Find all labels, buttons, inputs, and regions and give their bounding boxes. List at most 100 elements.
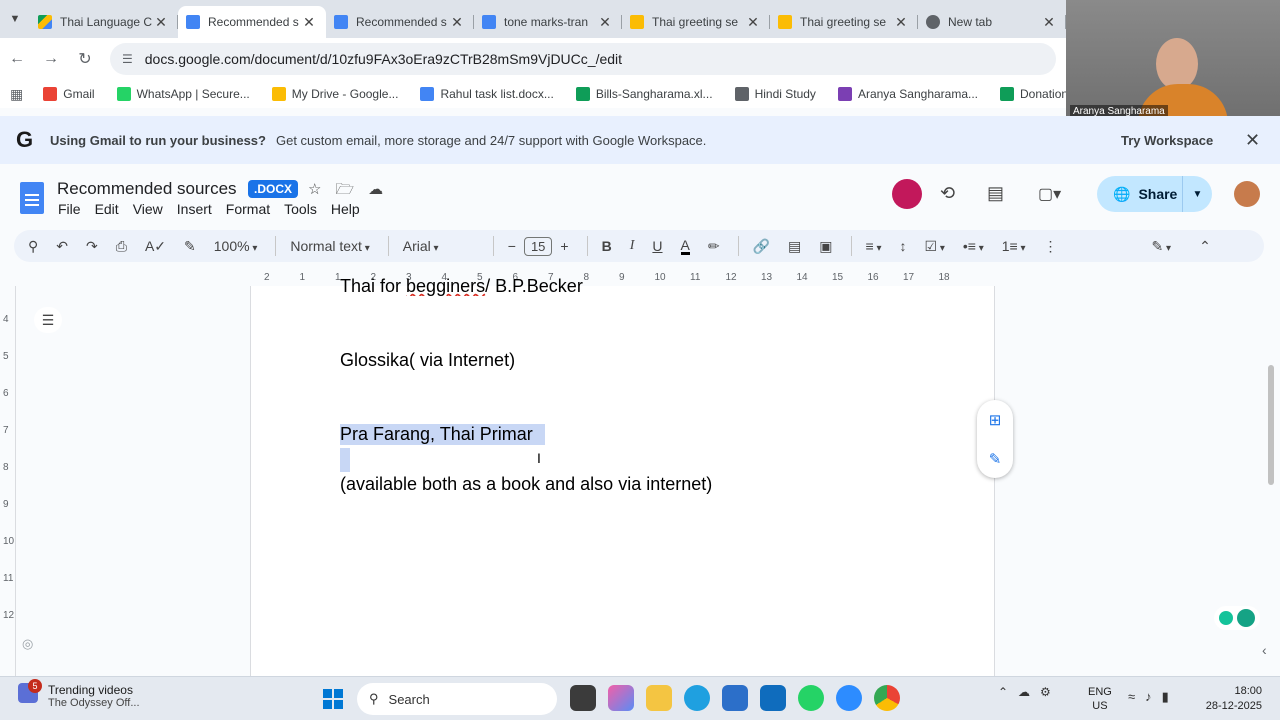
zoom-select[interactable]: 100% [214,238,258,254]
paint-format-icon[interactable]: ✎ [184,238,196,255]
browser-tab[interactable]: Recommended s ✕ [326,6,474,38]
vertical-scrollbar[interactable] [1268,365,1274,485]
user-avatar[interactable] [1234,181,1260,207]
paragraph-style-select[interactable]: Normal text [290,238,369,254]
paragraph-4[interactable]: (available both as a book and also via i… [340,474,712,495]
url-bar[interactable]: ☰ docs.google.com/document/d/10zfu9FAx3o… [110,43,1056,75]
try-workspace-button[interactable]: Try Workspace [1121,133,1213,148]
misspelled-word[interactable]: begginers [406,276,485,296]
menu-insert[interactable]: Insert [177,201,212,217]
bulleted-list-icon[interactable]: •≡ [963,238,984,254]
close-tab-icon[interactable]: ✕ [152,14,170,31]
paragraph-2[interactable]: Glossika( via Internet) [340,350,515,371]
print-icon[interactable]: ⎙ [116,238,127,255]
comments-icon[interactable]: ▤ [987,183,1004,204]
outlook-icon[interactable] [760,685,786,711]
selected-paragraph[interactable]: Pra Farang, Thai Primar [340,424,545,445]
close-tab-icon[interactable]: ✕ [744,14,762,31]
share-button[interactable]: 🌐 Share ▼ [1097,176,1212,212]
grammarly-logo-icon[interactable] [1237,609,1255,627]
grammarly-widget[interactable] [1214,606,1260,630]
taskbar-search[interactable]: ⚲ Search [357,683,557,715]
browser-tab[interactable]: Thai Language C ✕ [30,6,178,38]
system-icons[interactable]: ≈♪▮ [1128,689,1179,705]
clock[interactable]: 18:00 28-12-2025 [1198,684,1262,714]
file-explorer-icon[interactable] [646,685,672,711]
start-button-icon[interactable] [323,689,343,709]
align-icon[interactable]: ≡ [866,238,882,254]
close-tab-icon[interactable]: ✕ [892,14,910,31]
zoom-icon[interactable] [836,685,862,711]
menu-format[interactable]: Format [226,201,270,217]
tray-overflow-icon[interactable]: ⌃ ☁ ⚙ [998,685,1051,699]
side-panel-chevron-icon[interactable]: ‹ [1262,642,1267,658]
highlight-color-icon[interactable]: ✏ [708,238,720,255]
cloud-status-icon[interactable]: ☁ [368,181,397,198]
document-outline-icon[interactable]: ☰ [34,307,62,333]
close-tab-icon[interactable]: ✕ [448,14,466,31]
bookmark-item[interactable]: Gmail [43,87,95,101]
close-tab-icon[interactable]: ✕ [1040,14,1058,31]
edge-icon[interactable] [684,685,710,711]
bookmark-item[interactable]: Rahul task list.docx... [420,87,554,101]
insert-image-icon[interactable]: ▣ [819,238,832,255]
line-spacing-icon[interactable]: ↕ [900,238,907,254]
suggest-edits-icon[interactable]: ✎ [989,450,1002,468]
docs-logo-icon[interactable] [20,182,44,214]
font-size-input[interactable]: 15 [523,236,553,256]
bookmark-item[interactable]: Hindi Study [734,87,816,101]
star-icon[interactable]: ☆ [308,181,335,198]
menu-view[interactable]: View [133,201,163,217]
add-comment-float-icon[interactable]: ⊞ [989,411,1002,429]
docx-badge[interactable]: .DOCX [248,180,299,198]
spellcheck-icon[interactable]: A✓ [145,238,166,255]
browser-tab[interactable]: Thai greeting se ✕ [770,6,918,38]
bookmark-item[interactable]: WhatsApp | Secure... [116,87,250,101]
close-icon[interactable]: ✕ [1245,130,1260,151]
site-info-icon[interactable]: ☰ [122,52,133,66]
underline-icon[interactable]: U [652,238,662,254]
copilot-icon[interactable] [608,685,634,711]
text-color-icon[interactable]: A [680,238,690,255]
checklist-icon[interactable]: ☑ [925,238,945,255]
paragraph-1[interactable]: Thai for begginers/ B.P.Becker [340,276,583,296]
grammarly-plus-icon[interactable] [1219,611,1233,625]
vertical-ruler[interactable]: 4 5 6 7 8 9 10 11 12 [0,286,16,676]
close-tab-icon[interactable]: ✕ [596,14,614,31]
task-view-icon[interactable] [570,685,596,711]
meet-video-icon[interactable]: ▢▾ [1038,184,1061,204]
share-dropdown-icon[interactable]: ▼ [1182,176,1212,212]
close-tab-icon[interactable]: ✕ [300,14,318,31]
language-indicator[interactable]: ENG US [1088,685,1112,713]
widgets-button[interactable]: 5 Trending videos The Odyssey Off... [18,679,140,709]
browser-tab[interactable]: New tab ✕ [918,6,1066,38]
whatsapp-icon[interactable] [798,685,824,711]
collaborator-avatar[interactable] [892,179,922,209]
reload-icon[interactable]: ↻ [68,49,102,69]
document-title[interactable]: Recommended sources [57,179,237,199]
tab-search-chevron-icon[interactable]: ▼ [0,0,30,38]
more-options-icon[interactable]: ⋮ [1044,238,1058,255]
version-history-icon[interactable]: ⟲ [940,183,955,204]
move-folder-icon[interactable]: 🗁 [335,181,368,198]
apps-grid-icon[interactable]: ▦ [10,86,23,103]
undo-icon[interactable]: ↶ [56,238,68,255]
editing-mode-icon[interactable]: ✎ [1152,238,1172,255]
back-arrow-icon[interactable]: ← [0,50,34,68]
decrease-font-size-icon[interactable]: − [508,238,516,254]
search-menus-icon[interactable]: ⚲ [28,238,38,255]
collapse-menus-icon[interactable]: ⌃ [1199,238,1211,255]
forward-arrow-icon[interactable]: → [34,50,68,68]
menu-help[interactable]: Help [331,201,360,217]
bookmark-item[interactable]: Bills-Sangharama.xl... [575,87,713,101]
bookmark-item[interactable]: Aranya Sangharama... [837,87,978,101]
browser-tab[interactable]: tone marks-tran ✕ [474,6,622,38]
store-icon[interactable] [722,685,748,711]
add-comment-icon[interactable]: ▤ [788,238,801,255]
italic-icon[interactable]: I [630,238,635,254]
bold-icon[interactable]: B [602,238,612,254]
menu-tools[interactable]: Tools [284,201,317,217]
bookmark-item[interactable]: My Drive - Google... [271,87,398,101]
menu-file[interactable]: File [58,201,81,217]
insert-link-icon[interactable]: 🔗 [753,238,770,255]
